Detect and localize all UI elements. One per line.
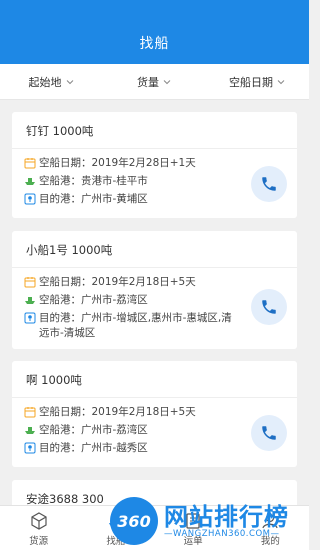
tab-find-ship[interactable]: 找船 [77,506,154,550]
tab-cargo-label: 货源 [29,536,49,547]
card-divider [12,267,297,268]
empty-date-row: 空船日期：2019年2月18日+5天 [24,275,239,290]
filter-origin[interactable]: 起始地 [0,74,103,90]
ship-icon [25,297,35,304]
filter-origin-label: 起始地 [28,75,62,89]
tab-mine[interactable]: 我的 [232,506,309,550]
ship-card[interactable]: 啊 1000吨 空船日期：2019年2月18日+5天 空船港：广州市-荔湾区 目… [12,361,297,467]
empty-date-row: 空船日期：2019年2月18日+5天 [24,405,239,420]
location-pin-icon [24,442,36,454]
tab-waybill[interactable]: 运单 [155,506,232,550]
ship-card[interactable]: 钉钉 1000吨 空船日期：2019年2月28日+1天 空船港：贵港市-桂平市 … [12,112,297,218]
tab-waybill-label: 运单 [183,536,203,547]
ship-card-title: 安途3688 300 [26,492,104,505]
ship-card[interactable]: 安途3688 300 [12,480,297,505]
empty-date-text: 空船日期：2019年2月18日+5天 [39,406,196,418]
empty-date-text: 空船日期：2019年2月18日+5天 [39,276,196,288]
location-pin-icon [24,312,36,324]
ship-card-title: 啊 1000吨 [26,373,82,387]
calendar-icon [24,277,36,288]
call-button[interactable] [251,289,287,325]
empty-date-row: 空船日期：2019年2月28日+1天 [24,156,239,171]
chevron-down-icon [66,79,73,84]
page-title: 找船 [139,36,170,52]
user-star-icon [262,513,278,529]
location-pin-icon [24,193,36,205]
call-button[interactable] [251,415,287,451]
empty-date-text: 空船日期：2019年2月28日+1天 [39,157,196,169]
ship-card-title: 钉钉 1000吨 [26,124,94,138]
card-divider [12,148,297,149]
empty-port-row: 空船港：广州市-荔湾区 [24,423,239,438]
status-bar [0,0,309,22]
call-button[interactable] [251,166,287,202]
filter-empty-date[interactable]: 空船日期 [206,74,309,90]
empty-port-row: 空船港：贵港市-桂平市 [24,174,239,189]
dest-port-text: 目的港：广州市-越秀区 [39,442,148,454]
phone-icon [262,300,276,314]
phone-icon [262,426,276,440]
ship-card-title: 小船1号 1000吨 [26,243,113,257]
tab-mine-label: 我的 [260,536,280,547]
card-divider [12,397,297,398]
empty-port-text: 空船港：广州市-荔湾区 [39,424,148,436]
calendar-icon [24,407,36,418]
filter-empty-date-label: 空船日期 [229,75,273,89]
title-bar: 找船 [0,22,309,64]
chevron-down-icon [277,79,285,84]
dest-port-text: 目的港：广州市-增城区,惠州市-惠城区,清远市-清城区 [39,312,232,339]
dest-port-row: 目的港：广州市-增城区,惠州市-惠城区,清远市-清城区 [24,311,239,341]
tab-find-ship-label: 找船 [106,536,126,547]
empty-port-text: 空船港：贵港市-桂平市 [39,175,148,187]
dest-port-row: 目的港：广州市-越秀区 [24,441,239,456]
tab-cargo[interactable]: 货源 [0,506,77,550]
document-icon [186,513,200,529]
chevron-down-icon [163,79,171,84]
ship-tab-icon [108,517,123,527]
calendar-icon [24,158,36,169]
dest-port-row: 目的港：广州市-黄埔区 [24,192,239,207]
ship-icon [25,178,35,185]
bottom-tab-bar: 货源 找船 运单 我的 [0,505,309,550]
phone-icon [262,177,276,191]
cube-icon [31,512,47,530]
filter-bar: 起始地 货量 空船日期 [0,64,309,100]
empty-port-text: 空船港：广州市-荔湾区 [39,294,148,306]
ship-icon [25,427,35,434]
filter-volume-label: 货量 [137,75,159,89]
empty-port-row: 空船港：广州市-荔湾区 [24,293,239,308]
filter-volume[interactable]: 货量 [103,74,206,90]
ship-card[interactable]: 小船1号 1000吨 空船日期：2019年2月18日+5天 空船港：广州市-荔湾… [12,231,297,349]
dest-port-text: 目的港：广州市-黄埔区 [39,193,148,205]
ship-list[interactable]: 钉钉 1000吨 空船日期：2019年2月28日+1天 空船港：贵港市-桂平市 … [0,100,309,505]
